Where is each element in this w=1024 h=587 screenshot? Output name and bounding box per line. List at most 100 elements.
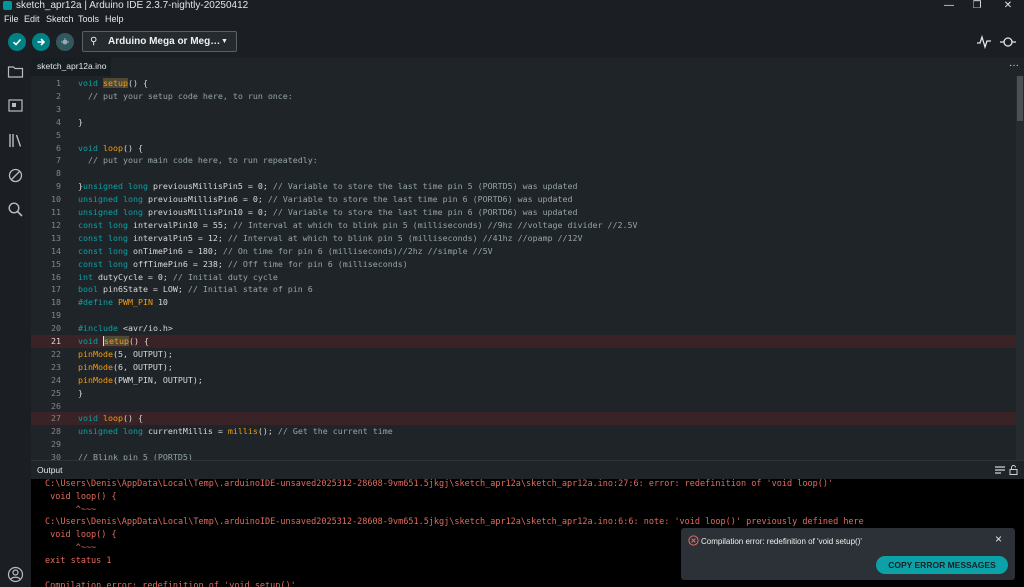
code-line[interactable]: 3: [31, 103, 1019, 116]
code-editor[interactable]: 1 void setup() {2 // put your setup code …: [31, 76, 1019, 462]
code-line[interactable]: 22 pinMode(5, OUTPUT);: [31, 348, 1019, 361]
code-token: #include: [78, 323, 123, 334]
menu-edit[interactable]: Edit: [24, 12, 40, 26]
boards-manager-icon[interactable]: [7, 97, 24, 114]
more-actions-icon[interactable]: ···: [1009, 58, 1019, 74]
code-token: #define: [78, 297, 118, 308]
line-number: 23: [51, 361, 61, 372]
code-text: unsigned long previousMillisPin6 = 0; //…: [78, 193, 573, 206]
code-line[interactable]: 7 // put your main code here, to run rep…: [31, 154, 1019, 167]
line-number: 10: [51, 194, 61, 205]
line-number: 17: [51, 284, 61, 295]
output-line: exit status 1: [45, 555, 112, 566]
code-line[interactable]: 20 #include <avr/io.h>: [31, 322, 1019, 335]
code-token: const long: [78, 245, 133, 256]
code-line[interactable]: 4}: [31, 116, 1019, 129]
board-name: Arduino Mega or Meg…: [108, 36, 221, 47]
lock-icon[interactable]: [1009, 465, 1018, 475]
code-line[interactable]: 5: [31, 129, 1019, 142]
serial-plotter-button[interactable]: [975, 33, 993, 51]
code-line[interactable]: 6 void loop() {: [31, 142, 1019, 155]
board-selector[interactable]: ⚲ Arduino Mega or Meg… ▼: [82, 31, 237, 52]
code-line[interactable]: 17 bool pin6State = LOW; // Initial state…: [31, 283, 1019, 296]
upload-button[interactable]: [32, 33, 50, 51]
code-line[interactable]: 25}: [31, 387, 1019, 400]
menu-sketch[interactable]: Sketch: [46, 12, 74, 26]
error-notification: Compilation error: redefinition of 'void…: [681, 528, 1015, 580]
code-token: offTimePin6 = 238;: [132, 258, 228, 269]
code-token: pinMode: [78, 361, 113, 372]
serial-monitor-button[interactable]: [999, 33, 1017, 51]
code-line[interactable]: 10 unsigned long previousMillisPin6 = 0; …: [31, 193, 1019, 206]
line-number: 16: [51, 271, 61, 282]
chevron-down-icon: ▼: [221, 38, 228, 45]
debug-button[interactable]: [56, 33, 74, 51]
debug-panel-icon[interactable]: [7, 167, 24, 184]
code-line[interactable]: 15 const long offTimePin6 = 238; // Off t…: [31, 258, 1019, 271]
output-title: Output: [37, 465, 63, 475]
code-text: }unsigned long previousMillisPin5 = 0; /…: [78, 180, 578, 193]
maximize-icon[interactable]: ❐: [962, 0, 992, 12]
code-token: setup: [102, 78, 128, 88]
code-token: intervalPin10 = 55;: [132, 219, 233, 230]
library-manager-icon[interactable]: [7, 132, 24, 149]
verify-button[interactable]: [8, 33, 26, 51]
menu-file[interactable]: File: [4, 12, 19, 26]
code-line[interactable]: 27 void loop() {: [31, 412, 1019, 426]
code-line[interactable]: 24 pinMode(PWM_PIN, OUTPUT);: [31, 374, 1019, 387]
code-line[interactable]: 21 void setup() {: [31, 335, 1019, 348]
copy-error-messages-button[interactable]: COPY ERROR MESSAGES: [876, 556, 1008, 574]
code-token: pinMode: [78, 348, 113, 359]
code-line[interactable]: 28 unsigned long currentMillis = millis()…: [31, 425, 1019, 438]
line-number: 28: [51, 426, 61, 437]
clear-output-icon[interactable]: [995, 466, 1005, 475]
code-text: void loop() {: [78, 412, 143, 425]
code-text: }: [78, 387, 83, 400]
editor-scrollbar[interactable]: [1016, 76, 1024, 460]
output-line: ^~~~: [45, 543, 97, 553]
line-number: 6: [56, 142, 61, 153]
code-token: int: [78, 271, 98, 282]
close-window-icon[interactable]: ✕: [993, 0, 1023, 12]
code-text: bool pin6State = LOW; // Initial state o…: [78, 283, 313, 296]
code-token: // put your setup code here, to run once…: [78, 90, 293, 101]
code-line[interactable]: 9}unsigned long previousMillisPin5 = 0; …: [31, 180, 1019, 193]
code-token: currentMillis =: [147, 426, 228, 437]
code-token: loop: [102, 413, 123, 424]
code-line[interactable]: 2 // put your setup code here, to run on…: [31, 90, 1019, 103]
line-number: 18: [51, 297, 61, 308]
code-line[interactable]: 29: [31, 438, 1019, 451]
code-token: }: [78, 116, 83, 127]
code-line[interactable]: 18 #define PWM_PIN 10: [31, 296, 1019, 309]
code-line[interactable]: 26: [31, 400, 1019, 413]
code-line[interactable]: 14 const long onTimePin6 = 180; // On tim…: [31, 245, 1019, 258]
menu-tools[interactable]: Tools: [78, 12, 99, 26]
code-line[interactable]: 1 void setup() {: [31, 77, 1019, 90]
code-token: // Variable to store the last time pin 5…: [272, 181, 578, 192]
code-line[interactable]: 12 const long intervalPin10 = 55; // Inte…: [31, 219, 1019, 232]
code-line[interactable]: 11 unsigned long previousMillisPin10 = 0;…: [31, 206, 1019, 219]
code-token: previousMillisPin6 = 0;: [147, 194, 268, 205]
code-text: // put your main code here, to run repea…: [78, 154, 318, 167]
code-text: const long intervalPin5 = 12; // Interva…: [78, 232, 583, 245]
menu-bar: File Edit Sketch Tools Help: [0, 12, 1024, 26]
menu-help[interactable]: Help: [105, 12, 124, 26]
scrollbar-thumb[interactable]: [1017, 76, 1023, 121]
account-icon[interactable]: [7, 566, 24, 583]
tab-sketch[interactable]: sketch_apr12a.ino: [31, 58, 111, 76]
code-token: void: [78, 78, 103, 88]
line-number: 25: [51, 387, 61, 398]
code-token: // Variable to store the last time pin 6…: [267, 194, 573, 205]
code-token: // put your main code here, to run repea…: [78, 155, 318, 166]
folder-icon[interactable]: [7, 63, 24, 80]
code-token: bool: [78, 284, 103, 295]
code-token: PWM_PIN: [117, 297, 158, 308]
code-line[interactable]: 16 int dutyCycle = 0; // Initial duty cyc…: [31, 271, 1019, 284]
minimize-icon[interactable]: —: [934, 0, 964, 12]
code-line[interactable]: 23 pinMode(6, OUTPUT);: [31, 361, 1019, 374]
code-line[interactable]: 8: [31, 167, 1019, 180]
code-line[interactable]: 19: [31, 309, 1019, 322]
search-icon[interactable]: [7, 201, 24, 218]
code-line[interactable]: 13 const long intervalPin5 = 12; // Inter…: [31, 232, 1019, 245]
close-notification-icon[interactable]: ×: [995, 532, 1002, 546]
